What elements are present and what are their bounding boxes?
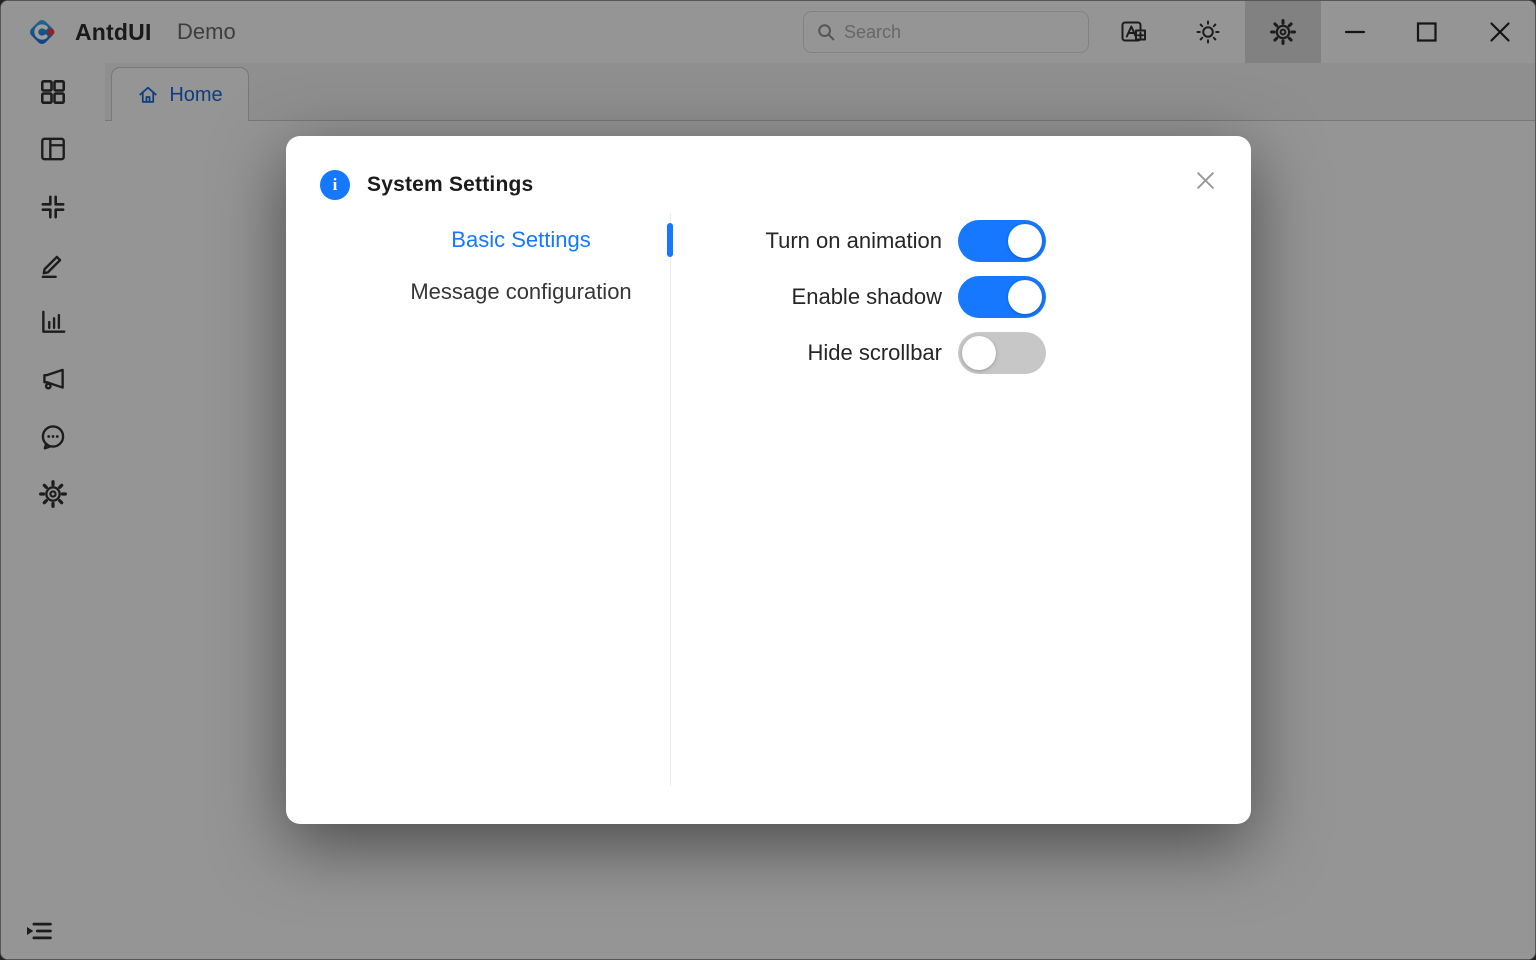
- toggle-knob: [1008, 224, 1042, 258]
- setting-row-animation: Turn on animation: [670, 213, 1251, 269]
- dialog-body: Basic Settings Message configuration Tur…: [286, 213, 1251, 824]
- active-menu-indicator: [667, 223, 673, 257]
- dialog-close-button[interactable]: [1191, 166, 1219, 194]
- setting-label: Turn on animation: [765, 228, 942, 254]
- toggle-knob: [962, 336, 996, 370]
- settings-panel: Turn on animation Enable shadow Hide scr…: [670, 213, 1251, 824]
- setting-label: Enable shadow: [792, 284, 942, 310]
- menu-divider: [670, 213, 671, 786]
- setting-row-shadow: Enable shadow: [670, 269, 1251, 325]
- setting-label: Hide scrollbar: [808, 340, 943, 366]
- toggle-enable-shadow[interactable]: [958, 276, 1046, 318]
- app-window: AntdUI Demo: [0, 0, 1536, 960]
- toggle-knob: [1008, 280, 1042, 314]
- system-settings-dialog: i System Settings Basic Settings Message…: [286, 136, 1251, 824]
- settings-menu: Basic Settings Message configuration: [286, 213, 670, 824]
- dialog-header: i System Settings: [286, 136, 1251, 213]
- setting-row-scrollbar: Hide scrollbar: [670, 325, 1251, 381]
- toggle-hide-scrollbar[interactable]: [958, 332, 1046, 374]
- menu-item-basic-settings[interactable]: Basic Settings: [391, 214, 651, 266]
- info-icon: i: [320, 170, 350, 200]
- dialog-title: System Settings: [367, 173, 533, 197]
- close-icon: [1194, 169, 1217, 192]
- menu-item-message-configuration[interactable]: Message configuration: [391, 266, 651, 318]
- toggle-turn-on-animation[interactable]: [958, 220, 1046, 262]
